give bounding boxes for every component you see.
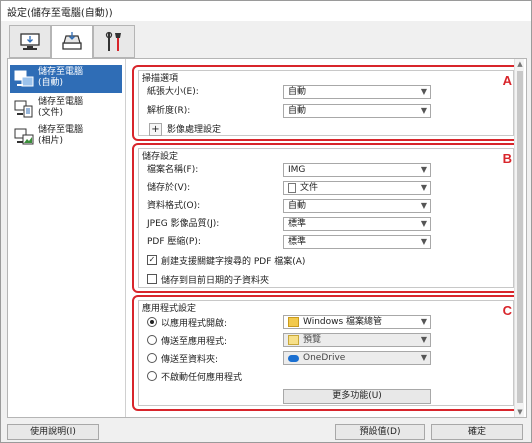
section-title: 應用程式設定 [142,304,197,314]
save-auto-icon [10,65,38,93]
sidebar-item-sublabel: (相片) [38,136,64,146]
scroll-down-icon[interactable]: ▼ [515,407,525,417]
vertical-scrollbar[interactable]: ▲ ▼ [514,59,524,417]
tab-panel: 儲存至電腦 (自動) 儲存至電腦 (文件) 儲存至電腦 (相片) 掃描選項 紙張… [7,58,527,418]
searchable-pdf-checkbox[interactable]: ✓ 創建支援關鍵字搜尋的 PDF 檔案(A) [147,254,305,267]
ok-button[interactable]: 確定 [431,424,523,440]
chevron-down-icon: ▼ [420,353,427,362]
sidebar-item-label: 儲存至電腦 [38,97,84,107]
settings-window: 設定(儲存至電腦(自動)) 儲存至電腦 (自動) 儲存至電腦 (文件) 儲存至電… [0,0,532,443]
paper-size-label: 紙張大小(E): [147,87,199,97]
pdf-compression-label: PDF 壓縮(P): [147,237,201,247]
save-in-label: 儲存於(V): [147,183,191,193]
scroll-up-icon[interactable]: ▲ [515,59,525,69]
sidebar-item-label: 儲存至電腦 [38,125,84,135]
sidebar: 儲存至電腦 (自動) 儲存至電腦 (文件) 儲存至電腦 (相片) [8,59,126,417]
onedrive-cloud-icon [288,354,299,362]
section-title: 儲存設定 [142,152,179,162]
chevron-down-icon: ▼ [420,219,427,228]
jpeg-quality-label: JPEG 影像品質(J): [147,219,220,229]
file-name-select[interactable]: IMG ▼ [283,163,431,177]
resolution-select[interactable]: 自動 ▼ [283,104,431,118]
no-app-radio[interactable]: 不啟動任何應用程式 [147,370,242,383]
tab-scan-from-computer[interactable] [9,25,51,58]
image-processing-label: 影像處理設定 [167,125,222,135]
expand-image-processing-button[interactable]: + [149,123,162,136]
file-explorer-icon [288,317,299,327]
chevron-down-icon: ▼ [420,87,427,96]
date-subfolder-checkbox[interactable]: 儲存到目前日期的子資料夾 [147,273,269,286]
chevron-down-icon: ▼ [420,201,427,210]
sidebar-item-save-auto[interactable]: 儲存至電腦 (自動) [10,65,122,93]
chevron-down-icon: ▼ [420,165,427,174]
send-to-app-radio[interactable]: 傳送至應用程式: [147,334,227,347]
tab-scan-from-panel[interactable] [51,25,93,59]
chevron-down-icon: ▼ [420,237,427,246]
paper-size-select[interactable]: 自動 ▼ [283,85,431,99]
chevron-down-icon: ▼ [420,106,427,115]
save-in-select[interactable]: 文件 ▼ [283,181,431,195]
preview-app-icon [288,335,299,345]
section-title: 掃描選項 [142,74,179,84]
sidebar-item-save-photo[interactable]: 儲存至電腦 (相片) [10,123,122,151]
chevron-down-icon: ▼ [420,317,427,326]
save-document-icon [10,95,38,123]
section-letter-a: A [502,73,512,88]
resolution-label: 解析度(R): [147,106,191,116]
data-format-label: 資料格式(O): [147,201,201,211]
defaults-button[interactable]: 預設值(D) [335,424,425,440]
more-functions-button[interactable]: 更多功能(U) [283,389,431,404]
jpeg-quality-select[interactable]: 標準 ▼ [283,217,431,231]
application-settings-section: 應用程式設定 以應用程式開啟: Windows 檔案總管 ▼ 傳送至應用程式: [132,295,520,411]
open-with-app-select[interactable]: Windows 檔案總管 ▼ [283,315,431,329]
section-letter-b: B [502,151,512,166]
section-letter-c: C [502,303,512,318]
data-format-select[interactable]: 自動 ▼ [283,199,431,213]
computer-scan-icon [20,32,40,50]
help-button[interactable]: 使用說明(I) [7,424,99,440]
send-to-app-select[interactable]: 預覽 ▼ [283,333,431,347]
sidebar-item-sublabel: (文件) [38,108,64,118]
scrollbar-thumb[interactable] [517,71,523,403]
scanner-icon [62,32,82,50]
tab-general-settings[interactable] [93,25,135,58]
chevron-down-icon: ▼ [420,183,427,192]
sidebar-item-sublabel: (自動) [38,78,64,88]
open-with-app-radio[interactable]: 以應用程式開啟: [147,316,227,329]
checkmark-icon: ✓ [147,255,157,265]
send-to-folder-radio[interactable]: 傳送至資料夾: [147,352,218,365]
scan-options-section: 掃描選項 紙張大小(E): 自動 ▼ 解析度(R): 自動 ▼ + 影像處理設定… [132,65,520,141]
file-name-label: 檔案名稱(F): [147,165,199,175]
sidebar-item-label: 儲存至電腦 [38,67,84,77]
save-photo-icon [10,123,38,151]
document-folder-icon [288,183,296,193]
sidebar-item-save-document[interactable]: 儲存至電腦 (文件) [10,95,122,123]
chevron-down-icon: ▼ [420,335,427,344]
tools-icon [105,31,121,51]
main-panel: 掃描選項 紙張大小(E): 自動 ▼ 解析度(R): 自動 ▼ + 影像處理設定… [130,59,524,417]
pdf-compression-select[interactable]: 標準 ▼ [283,235,431,249]
send-to-folder-select[interactable]: OneDrive ▼ [283,351,431,365]
window-title: 設定(儲存至電腦(自動)) [1,1,531,21]
save-settings-section: 儲存設定 檔案名稱(F): IMG ▼ 儲存於(V): 文件 ▼ 資料格式(O)… [132,143,520,293]
